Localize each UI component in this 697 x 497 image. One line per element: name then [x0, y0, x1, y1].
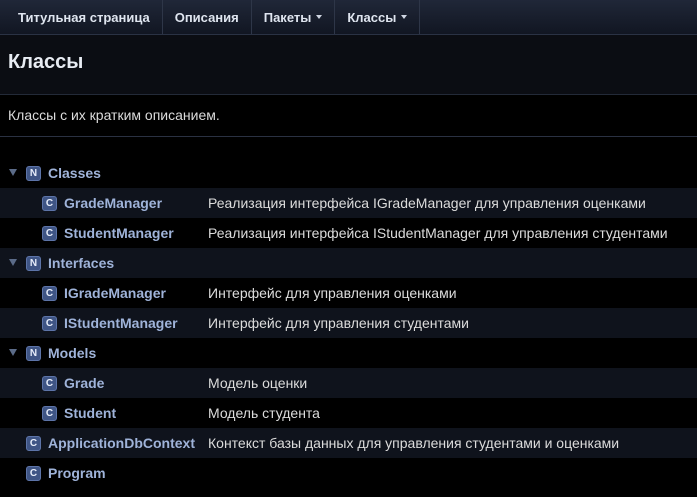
- nav-packages-dropdown[interactable]: Пакеты: [252, 0, 336, 34]
- tree-item-link[interactable]: IGradeManager: [64, 285, 166, 301]
- tree-item-description: Реализация интерфейса IStudentManager дл…: [208, 225, 668, 241]
- tree-row-class: C Student Модель студента: [0, 398, 697, 428]
- tree-item-link[interactable]: StudentManager: [64, 225, 174, 241]
- class-icon: C: [26, 466, 41, 481]
- tree-row-class: C GradeManager Реализация интерфейса IGr…: [0, 188, 697, 218]
- chevron-down-icon: [401, 15, 408, 19]
- divider: [0, 136, 697, 137]
- nav-classes-label: Классы: [347, 9, 397, 25]
- tree-item-link[interactable]: GradeManager: [64, 195, 162, 211]
- tree-row-class: C IGradeManager Интерфейс для управления…: [0, 278, 697, 308]
- tree-row-class: C ApplicationDbContext Контекст базы дан…: [0, 428, 697, 458]
- class-icon: C: [42, 316, 57, 331]
- nav-main-page[interactable]: Титульная страница: [0, 0, 163, 34]
- class-icon: C: [42, 196, 57, 211]
- tree-row-class: C IStudentManager Интерфейс для управлен…: [0, 308, 697, 338]
- tree-item-link[interactable]: ApplicationDbContext: [48, 435, 195, 451]
- tree-item-name[interactable]: Classes: [48, 165, 101, 181]
- tree-item-description: Модель оценки: [208, 375, 308, 391]
- tree-row-namespace-interfaces: N Interfaces: [0, 248, 697, 278]
- tree-item-description: Контекст базы данных для управления студ…: [208, 435, 620, 451]
- page-header: Классы: [0, 35, 697, 95]
- page-title: Классы: [8, 51, 84, 73]
- class-icon: C: [42, 286, 57, 301]
- nav-classes-dropdown[interactable]: Классы: [335, 0, 421, 34]
- tree-item-link[interactable]: IStudentManager: [64, 315, 178, 331]
- tree-item-name[interactable]: Models: [48, 345, 96, 361]
- class-icon: C: [42, 226, 57, 241]
- class-tree: N Classes C GradeManager Реализация инте…: [0, 158, 697, 488]
- class-icon: C: [26, 436, 41, 451]
- page-description: Классы с их кратким описанием.: [8, 107, 220, 123]
- tree-item-description: Реализация интерфейса IGradeManager для …: [208, 195, 646, 211]
- namespace-icon: N: [26, 346, 41, 361]
- expand-arrow-icon[interactable]: [9, 169, 17, 176]
- tree-item-link[interactable]: Program: [48, 465, 106, 481]
- tree-row-class: C Program: [0, 458, 697, 488]
- nav-descriptions[interactable]: Описания: [163, 0, 252, 34]
- tree-item-link[interactable]: Student: [64, 405, 116, 421]
- namespace-icon: N: [26, 166, 41, 181]
- tree-row-namespace-models: N Models: [0, 338, 697, 368]
- tree-item-description: Интерфейс для управления оценками: [208, 285, 457, 301]
- tree-item-description: Интерфейс для управления студентами: [208, 315, 469, 331]
- nav-packages-label: Пакеты: [263, 9, 312, 25]
- top-navbar: Титульная страница Описания Пакеты Класс…: [0, 0, 697, 35]
- tree-row-class: C Grade Модель оценки: [0, 368, 697, 398]
- chevron-down-icon: [316, 15, 323, 19]
- tree-row-class: C StudentManager Реализация интерфейса I…: [0, 218, 697, 248]
- nav-descriptions-label: Описания: [174, 9, 239, 25]
- tree-item-link[interactable]: Grade: [64, 375, 104, 391]
- namespace-icon: N: [26, 256, 41, 271]
- class-icon: C: [42, 406, 57, 421]
- tree-row-namespace-classes: N Classes: [0, 158, 697, 188]
- tree-item-description: Модель студента: [208, 405, 320, 421]
- expand-arrow-icon[interactable]: [9, 349, 17, 356]
- nav-main-page-label: Титульная страница: [18, 9, 150, 25]
- class-icon: C: [42, 376, 57, 391]
- tree-item-name[interactable]: Interfaces: [48, 255, 114, 271]
- expand-arrow-icon[interactable]: [9, 259, 17, 266]
